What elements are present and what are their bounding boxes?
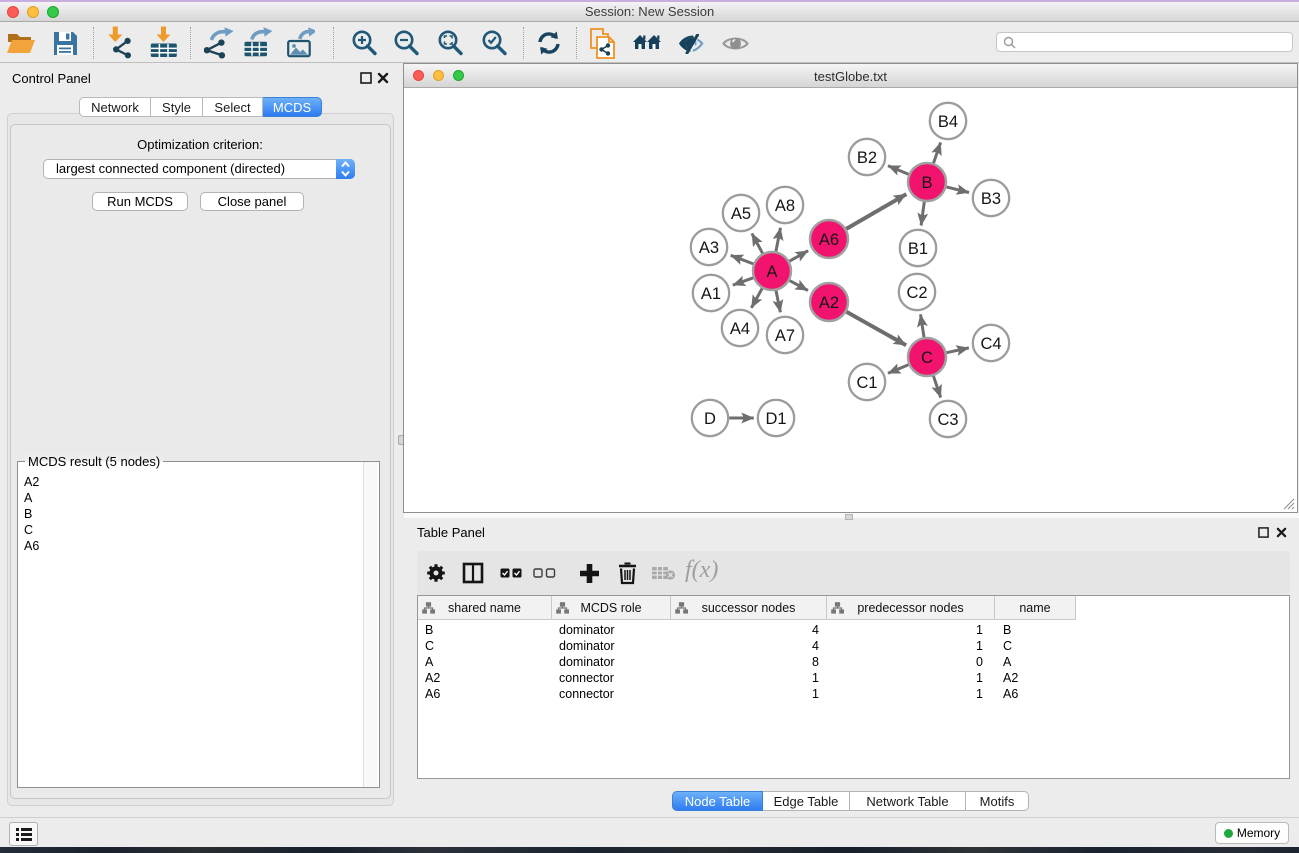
svg-text:A2: A2 bbox=[819, 294, 839, 312]
svg-text:A: A bbox=[766, 263, 777, 281]
svg-text:C4: C4 bbox=[980, 335, 1001, 353]
svg-text:B4: B4 bbox=[938, 113, 958, 131]
svg-text:A8: A8 bbox=[775, 197, 795, 215]
svg-text:A3: A3 bbox=[699, 239, 719, 257]
svg-text:A6: A6 bbox=[819, 231, 839, 249]
svg-text:D1: D1 bbox=[765, 410, 786, 428]
svg-text:A5: A5 bbox=[731, 205, 751, 223]
svg-text:B1: B1 bbox=[908, 240, 928, 258]
svg-text:C3: C3 bbox=[937, 411, 958, 429]
svg-text:A1: A1 bbox=[701, 285, 721, 303]
svg-text:C2: C2 bbox=[906, 284, 927, 302]
svg-text:C: C bbox=[921, 349, 933, 367]
svg-text:D: D bbox=[704, 410, 716, 428]
svg-text:B: B bbox=[921, 174, 932, 192]
svg-text:C1: C1 bbox=[856, 374, 877, 392]
svg-text:B2: B2 bbox=[857, 149, 877, 167]
svg-text:B3: B3 bbox=[981, 190, 1001, 208]
svg-text:A4: A4 bbox=[730, 320, 750, 338]
svg-text:A7: A7 bbox=[775, 327, 795, 345]
